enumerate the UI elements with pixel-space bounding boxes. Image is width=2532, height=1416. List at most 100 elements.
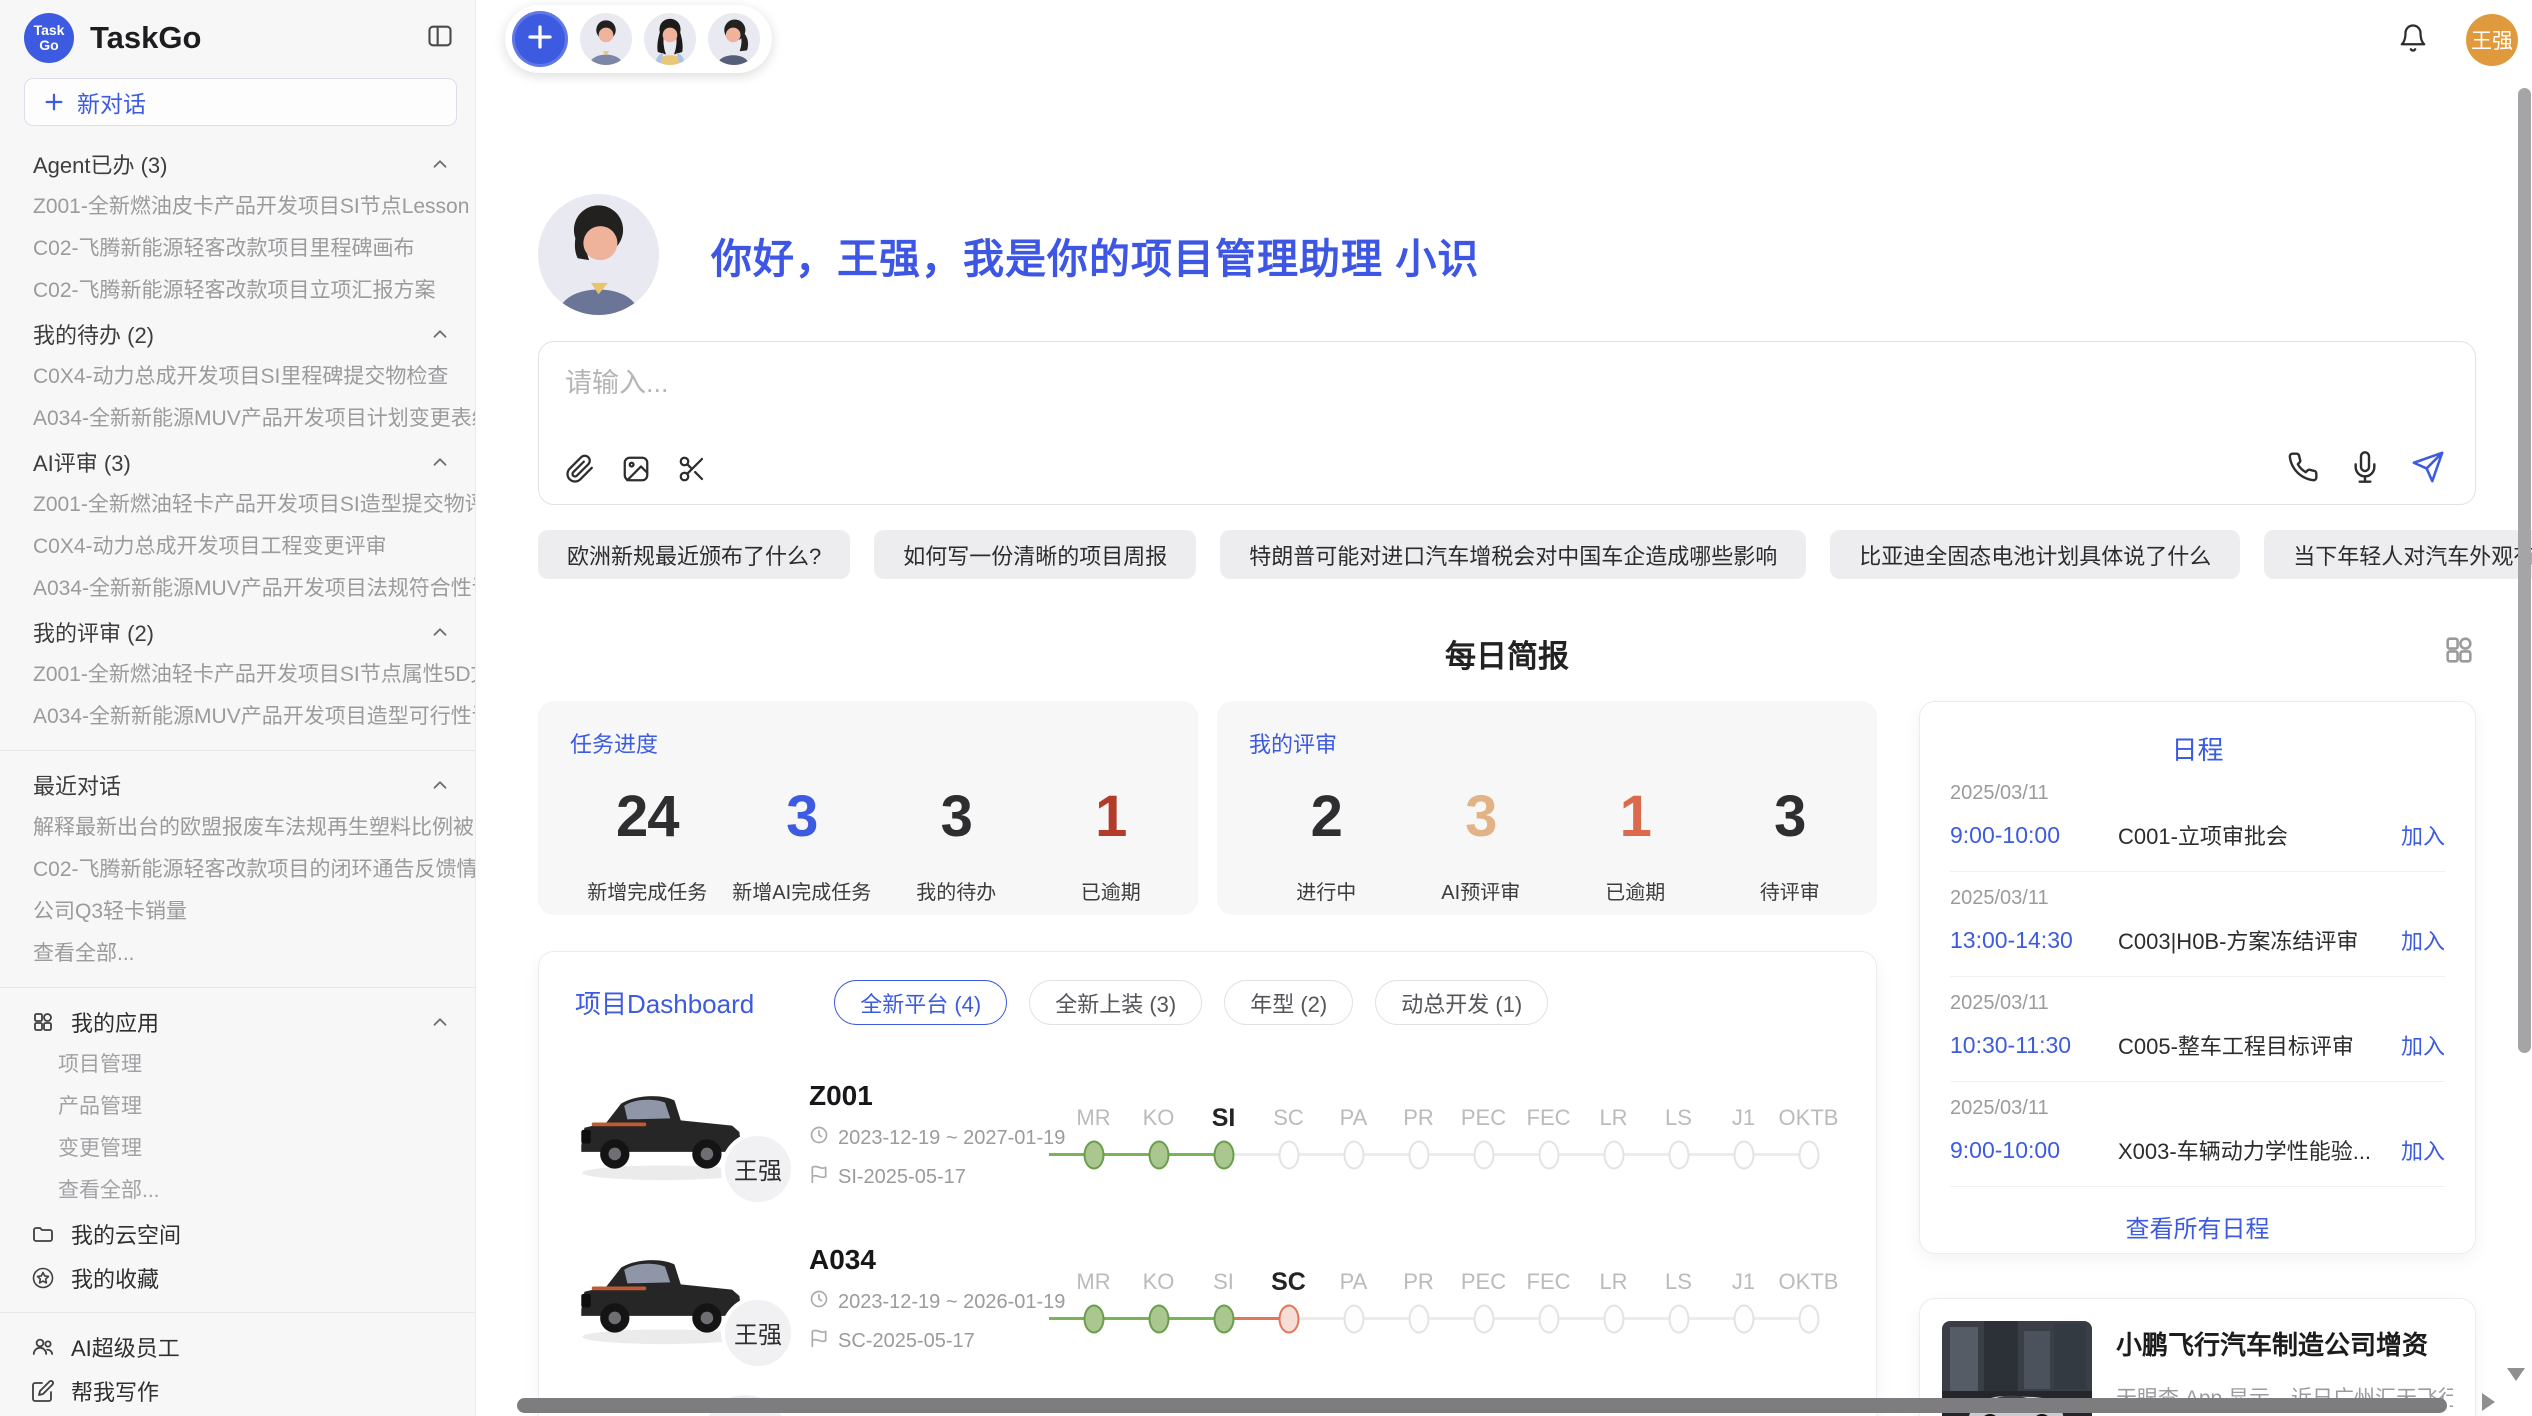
send-icon[interactable] (2411, 450, 2445, 484)
dashboard-tab[interactable]: 动总开发 (1) (1375, 980, 1548, 1025)
sidebar-list-item[interactable]: A034-全新新能源MUV产品开发项目法规符合性评审 (0, 568, 475, 610)
suggestion-chip[interactable]: 比亚迪全固态电池计划具体说了什么 (1830, 530, 2240, 579)
sidebar-list-item[interactable]: C02-飞腾新能源轻客改款项目里程碑画布 (0, 228, 475, 270)
sidebar-list-item[interactable]: C0X4-动力总成开发项目SI里程碑提交物检查 (0, 356, 475, 398)
scroll-right-arrow[interactable] (2482, 1393, 2495, 1411)
join-meeting-link[interactable]: 加入 (2401, 924, 2445, 956)
sidebar-list-item[interactable]: C0X4-动力总成开发项目工程变更评审 (0, 526, 475, 568)
project-row[interactable]: 王强 Z001 2023-12-19 ~ 2027-01-19 SI-2025-… (575, 1053, 1840, 1217)
agent-avatar-3[interactable] (708, 13, 760, 65)
milestone-cell: J1 (1711, 1262, 1776, 1336)
vertical-scrollbar[interactable] (2518, 88, 2531, 1053)
sidebar-app-item[interactable]: 查看全部... (0, 1170, 475, 1212)
schedule-item: 2025/03/11 10:30-11:30 C005-整车工程目标评审 加入 (1950, 977, 2445, 1082)
dashboard-tab[interactable]: 年型 (2) (1224, 980, 1353, 1025)
milestone-node (1343, 1305, 1364, 1334)
left-column: 任务进度24新增完成任务3新增AI完成任务3我的待办1已逾期我的评审2进行中3A… (538, 701, 1877, 1416)
phone-icon[interactable] (2287, 451, 2319, 483)
stats-row: 任务进度24新增完成任务3新增AI完成任务3我的待办1已逾期我的评审2进行中3A… (538, 701, 1877, 915)
stat-cell: 3新增AI完成任务 (725, 783, 880, 905)
milestone-cell: SC (1256, 1262, 1321, 1336)
assistant-avatar (538, 194, 659, 315)
sidebar-app-item[interactable]: 项目管理 (0, 1044, 475, 1086)
sidebar-list-item[interactable]: Z001-全新燃油皮卡产品开发项目SI节点Lesson Learn报告 (0, 186, 475, 228)
sidebar-list-item[interactable]: C02-飞腾新能源轻客改款项目的闭环通告反馈情况 (0, 849, 475, 891)
layout-grid-icon[interactable] (2442, 633, 2476, 667)
flag-icon (809, 1328, 829, 1354)
sidebar-list-item[interactable]: Z001-全新燃油轻卡产品开发项目SI造型提交物评审 (0, 484, 475, 526)
dashboard-tab[interactable]: 全新上装 (3) (1029, 980, 1202, 1025)
milestone-label: SI (1191, 1262, 1256, 1302)
horizontal-scrollbar[interactable] (517, 1398, 2447, 1413)
stat-cell: 24新增完成任务 (570, 783, 725, 905)
paperclip-icon[interactable] (565, 454, 595, 484)
sidebar-list-item[interactable]: 解释最新出台的欧盟报废车法规再生塑料比例被调至15%... (0, 807, 475, 849)
agent-avatar-2[interactable] (644, 13, 696, 65)
milestone-node (1148, 1305, 1169, 1334)
sidebar-list-item[interactable]: 查看全部... (0, 933, 475, 975)
project-dates: 2023-12-19 ~ 2027-01-19 (809, 1125, 1035, 1151)
sidebar-section-header[interactable]: 我的待办 (2) (0, 312, 475, 356)
milestone-node (1668, 1141, 1689, 1170)
stat-grid: 2进行中3AI预评审1已逾期3待评审 (1249, 783, 1867, 905)
composer-attachments (565, 454, 707, 484)
milestone-node (1538, 1305, 1559, 1334)
suggestion-chip[interactable]: 当下年轻人对汽车外观有怎样的喜好趋势 (2264, 530, 2532, 579)
sidebar-section-header[interactable]: AI评审 (3) (0, 440, 475, 484)
project-row[interactable]: 王强 A034 2023-12-19 ~ 2026-01-19 SC-2025-… (575, 1217, 1840, 1381)
stat-value: 3 (1404, 783, 1559, 850)
milestone-node (1538, 1141, 1559, 1170)
sidebar-list-item[interactable]: 公司Q3轻卡销量 (0, 891, 475, 933)
sidebar-item-cloud-folder-icon[interactable]: 我的云空间 (0, 1212, 475, 1256)
scissors-icon[interactable] (677, 454, 707, 484)
new-chat-button[interactable]: 新对话 (24, 78, 457, 126)
agent-avatar-1[interactable] (580, 13, 632, 65)
sidebar-section-header[interactable]: 我的评审 (2) (0, 610, 475, 654)
divider (0, 750, 475, 751)
sidebar-app-item[interactable]: 变更管理 (0, 1128, 475, 1170)
project-info: Z001 2023-12-19 ~ 2027-01-19 SI-2025-05-… (785, 1080, 1035, 1190)
apps-grid-icon (31, 1010, 57, 1034)
sidebar-item-my-apps[interactable]: 我的应用 (0, 1000, 475, 1044)
sidebar-list-item[interactable]: A034-全新新能源MUV产品开发项目造型可行性评审 (0, 696, 475, 738)
user-avatar[interactable]: 王强 (2466, 14, 2518, 66)
milestone-node (1083, 1141, 1104, 1170)
view-all-schedule-link[interactable]: 查看所有日程 (1950, 1209, 2445, 1244)
sidebar-collapse-button[interactable] (423, 21, 457, 55)
milestone-node (1213, 1305, 1234, 1334)
sidebar-item-users-icon[interactable]: AI超级员工 (0, 1325, 475, 1369)
milestone-node (1733, 1305, 1754, 1334)
join-meeting-link[interactable]: 加入 (2401, 1029, 2445, 1061)
sidebar-item-star-badge-icon[interactable]: 我的收藏 (0, 1256, 475, 1300)
scroll-down-arrow[interactable] (2507, 1368, 2525, 1381)
milestone-label: J1 (1711, 1262, 1776, 1302)
logo-text-top: Task (34, 23, 65, 38)
sidebar-app-item[interactable]: 产品管理 (0, 1086, 475, 1128)
suggestion-chip[interactable]: 欧洲新规最近颁布了什么? (538, 530, 850, 579)
stat-cell: 3我的待办 (879, 783, 1034, 905)
join-meeting-link[interactable]: 加入 (2401, 819, 2445, 851)
sidebar-item-write-icon[interactable]: 帮我写作 (0, 1369, 475, 1413)
stat-cell: 3待评审 (1713, 783, 1868, 905)
sidebar-list-item[interactable]: A034-全新新能源MUV产品开发项目计划变更表编写 (0, 398, 475, 440)
sidebar-section-header[interactable]: 最近对话 (0, 763, 475, 807)
milestone-cell: LR (1581, 1098, 1646, 1172)
sidebar-list-item[interactable]: C02-飞腾新能源轻客改款项目立项汇报方案 (0, 270, 475, 312)
sidebar-section-header[interactable]: Agent已办 (3) (0, 142, 475, 186)
microphone-icon[interactable] (2349, 451, 2381, 483)
notification-bell-button[interactable] (2398, 23, 2428, 58)
image-icon[interactable] (621, 454, 651, 484)
schedule-time: 9:00-10:00 (1950, 822, 2118, 849)
dashboard-tab[interactable]: 全新平台 (4) (834, 980, 1007, 1025)
suggestion-chip[interactable]: 特朗普可能对进口汽车增税会对中国车企造成哪些影响 (1220, 530, 1806, 579)
add-agent-button[interactable] (512, 11, 568, 67)
milestone-node (1278, 1141, 1299, 1170)
my-apps-label: 我的应用 (71, 1006, 429, 1038)
sidebar-list-item[interactable]: Z001-全新燃油轻卡产品开发项目SI节点属性5D文件评审 (0, 654, 475, 696)
milestone-label: KO (1126, 1262, 1191, 1302)
chat-input[interactable] (565, 368, 2449, 399)
suggestion-chip[interactable]: 如何写一份清晰的项目周报 (874, 530, 1196, 579)
join-meeting-link[interactable]: 加入 (2401, 1134, 2445, 1166)
milestone-cell: KO (1126, 1262, 1191, 1336)
section-title: 我的待办 (2) (33, 318, 429, 350)
